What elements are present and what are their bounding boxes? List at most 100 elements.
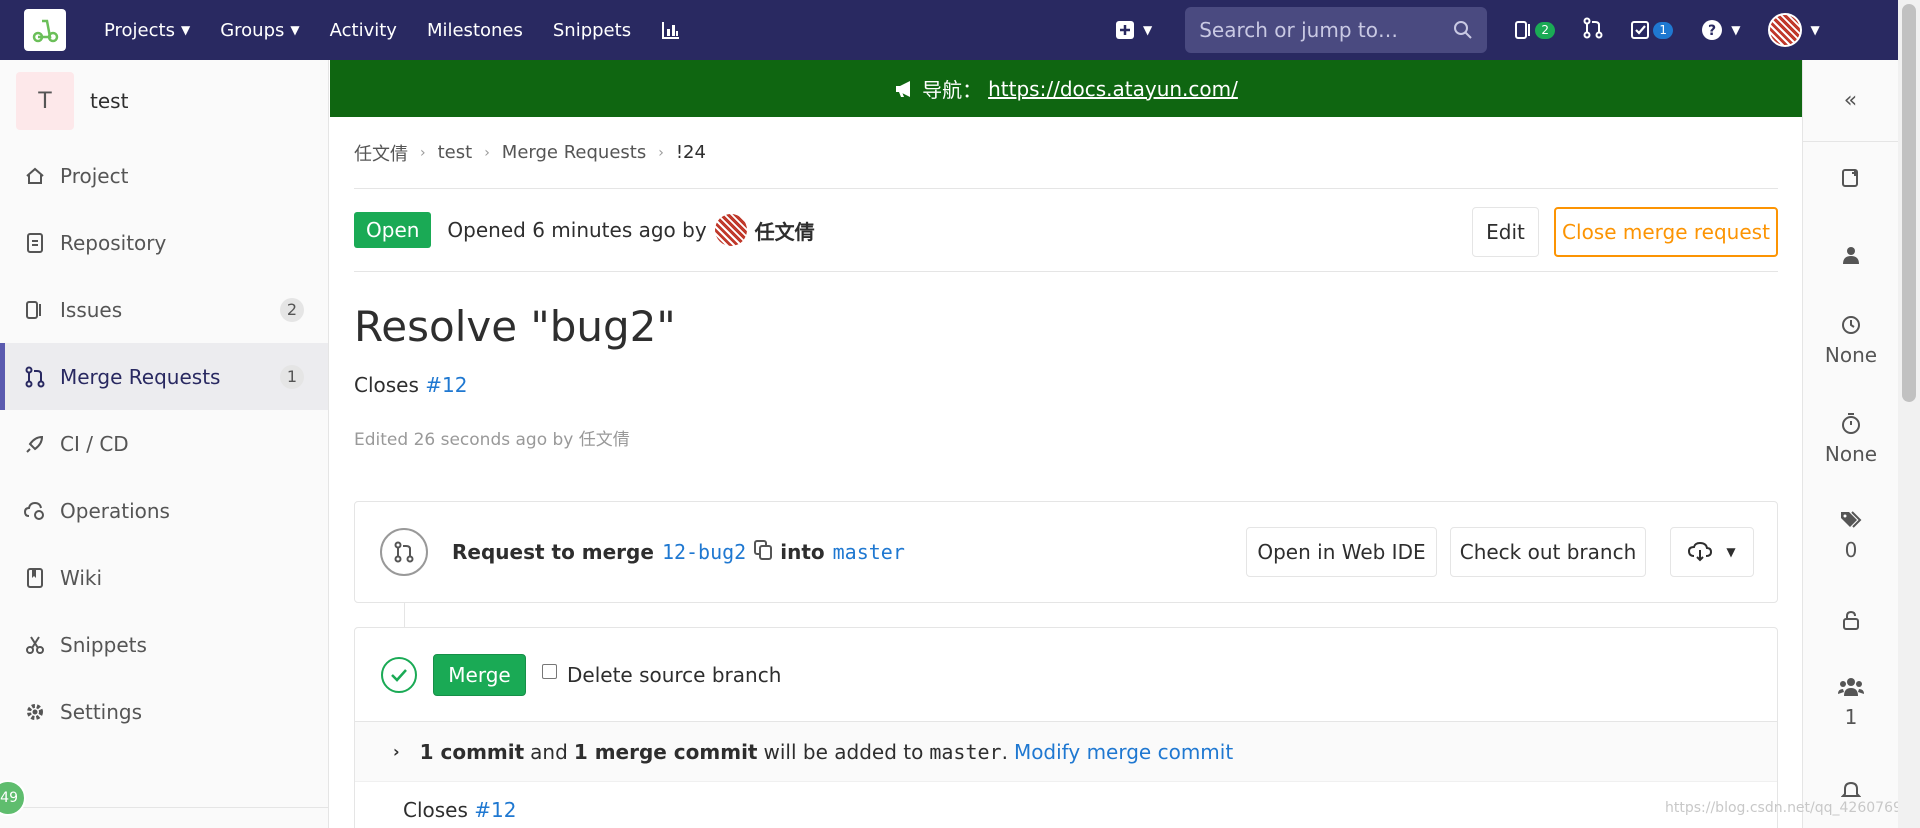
open-web-ide-button[interactable]: Open in Web IDE bbox=[1246, 527, 1437, 577]
project-header[interactable]: T test bbox=[0, 60, 328, 142]
nav-right: ▼ Search or jump to… 2 1 ? ▼ ▼ bbox=[1115, 0, 1820, 60]
gitlab-logo[interactable] bbox=[24, 9, 66, 51]
check-out-branch-button[interactable]: Check out branch bbox=[1450, 527, 1646, 577]
merge-requests-count: 1 bbox=[280, 364, 304, 389]
lock-section[interactable] bbox=[1803, 610, 1899, 630]
chevron-down-icon: ▼ bbox=[1143, 23, 1153, 37]
issue-link[interactable]: #12 bbox=[474, 798, 516, 822]
doc-icon bbox=[24, 232, 46, 254]
right-sidebar: « None None 0 1 bbox=[1802, 60, 1898, 828]
mr-title: Resolve "bug2" bbox=[354, 302, 676, 351]
rocket-icon bbox=[24, 433, 46, 455]
mr-header: Open Opened 6 minutes ago by 任文倩 Edit Cl… bbox=[354, 189, 1778, 272]
merge-request-branches: Request to merge 12-bug2 into master bbox=[452, 539, 905, 565]
author-avatar[interactable] bbox=[714, 214, 747, 246]
target-branch-link[interactable]: master bbox=[833, 540, 905, 564]
todo-add-button[interactable] bbox=[1803, 168, 1899, 188]
delete-source-checkbox[interactable] bbox=[542, 664, 557, 679]
breadcrumb-merge-requests[interactable]: Merge Requests bbox=[502, 142, 646, 163]
labels-section[interactable]: 0 bbox=[1803, 510, 1899, 562]
copy-icon[interactable] bbox=[754, 539, 773, 565]
issues-nav-link[interactable]: 2 bbox=[1515, 20, 1556, 40]
merge-button[interactable]: Merge bbox=[433, 653, 526, 696]
chevron-down-icon: ▼ bbox=[290, 23, 300, 37]
status-badge: Open bbox=[354, 212, 432, 248]
breadcrumb-user[interactable]: 任文倩 bbox=[354, 140, 408, 166]
milestone-section[interactable]: None bbox=[1803, 315, 1899, 367]
scrollbar-thumb[interactable] bbox=[1902, 4, 1916, 402]
help-question-icon: ? bbox=[1702, 20, 1723, 40]
sidebar-divider bbox=[0, 807, 329, 808]
modify-merge-commit-link[interactable]: Modify merge commit bbox=[1014, 740, 1233, 764]
mr-description: Closes #12 bbox=[354, 373, 468, 397]
chevron-right-icon: › bbox=[420, 144, 426, 161]
assignee-section[interactable] bbox=[1803, 245, 1899, 265]
delete-source-branch[interactable]: Delete source branch bbox=[542, 663, 781, 687]
bell-icon bbox=[1841, 781, 1861, 797]
sidebar-item-operations[interactable]: Operations bbox=[0, 477, 328, 544]
close-merge-request-button[interactable]: Close merge request bbox=[1554, 207, 1778, 257]
scooter-logo-icon bbox=[32, 19, 59, 43]
merge-commit-message: Closes #12 bbox=[403, 798, 517, 822]
sidebar-item-project[interactable]: Project bbox=[0, 142, 328, 209]
caret-down-icon: ▼ bbox=[1726, 545, 1736, 559]
merge-request-icon bbox=[1583, 17, 1603, 39]
merge-widget: Merge Delete source branch › 1 commit an… bbox=[354, 627, 1778, 828]
search-input[interactable]: Search or jump to… bbox=[1185, 7, 1488, 53]
chevron-right-icon[interactable]: › bbox=[393, 742, 400, 761]
edited-info: Edited 26 seconds ago by 任文倩 bbox=[354, 430, 630, 450]
download-dropdown[interactable]: ▼ bbox=[1670, 527, 1754, 577]
merge-requests-nav-link[interactable] bbox=[1583, 17, 1603, 43]
todos-nav-link[interactable]: 1 bbox=[1631, 20, 1674, 40]
double-chevron-left-icon: « bbox=[1843, 88, 1858, 113]
analytics-chart-icon[interactable] bbox=[661, 20, 681, 40]
status-success-icon bbox=[381, 656, 417, 693]
issue-link[interactable]: #12 bbox=[425, 373, 467, 397]
nav-milestones[interactable]: Milestones bbox=[427, 20, 523, 41]
user-menu[interactable]: ▼ bbox=[1768, 13, 1820, 47]
chevron-down-icon: ▼ bbox=[1810, 23, 1820, 37]
sidebar-item-issues[interactable]: Issues 2 bbox=[0, 276, 328, 343]
time-tracking-section[interactable]: None bbox=[1803, 412, 1899, 466]
nav-snippets[interactable]: Snippets bbox=[553, 20, 631, 41]
merge-request-icon bbox=[24, 366, 46, 388]
cloud-download-icon bbox=[1688, 542, 1713, 562]
participants-section[interactable]: 1 bbox=[1803, 677, 1899, 729]
commit-summary[interactable]: › 1 commit and 1 merge commit will be ad… bbox=[355, 722, 1777, 782]
nav-groups[interactable]: Groups ▼ bbox=[220, 20, 299, 41]
sidebar-item-repository[interactable]: Repository bbox=[0, 209, 328, 276]
target-branch: master bbox=[929, 739, 1002, 764]
docs-link[interactable]: https://docs.atayun.com/ bbox=[988, 77, 1238, 101]
sidebar-item-snippets[interactable]: Snippets bbox=[0, 611, 328, 678]
author-name[interactable]: 任文倩 bbox=[755, 216, 815, 245]
breadcrumb-mr-id[interactable]: !24 bbox=[676, 142, 706, 163]
mr-opened-info: Opened 6 minutes ago by 任文倩 bbox=[447, 214, 815, 246]
home-icon bbox=[24, 165, 46, 187]
tags-icon bbox=[1841, 511, 1862, 528]
todos-count-badge: 1 bbox=[1653, 21, 1674, 39]
nav-activity[interactable]: Activity bbox=[330, 20, 397, 41]
plus-square-icon bbox=[1116, 21, 1134, 39]
top-navbar: Projects ▼ Groups ▼ Activity Milestones Sn… bbox=[0, 0, 1898, 60]
source-branch-link[interactable]: 12-bug2 bbox=[662, 540, 746, 564]
merge-request-icon bbox=[380, 528, 428, 576]
sidebar-item-wiki[interactable]: Wiki bbox=[0, 544, 328, 611]
edit-button[interactable]: Edit bbox=[1472, 207, 1539, 257]
gear-icon bbox=[24, 701, 46, 723]
stopwatch-icon bbox=[1842, 413, 1860, 434]
sidebar-item-merge-requests[interactable]: Merge Requests 1 bbox=[0, 343, 328, 410]
breadcrumb-project[interactable]: test bbox=[438, 142, 473, 163]
todo-check-icon bbox=[1631, 21, 1650, 39]
help-dropdown[interactable]: ? ▼ bbox=[1701, 19, 1740, 41]
nav-projects[interactable]: Projects ▼ bbox=[104, 20, 190, 41]
new-item-dropdown[interactable]: ▼ bbox=[1115, 20, 1152, 40]
broadcast-banner: 导航： https://docs.atayun.com/ bbox=[330, 60, 1802, 117]
sidebar-item-ci-cd[interactable]: CI / CD bbox=[0, 410, 328, 477]
project-name: test bbox=[90, 89, 129, 113]
sidebar-item-settings[interactable]: Settings bbox=[0, 678, 328, 745]
page-scrollbar[interactable] bbox=[1898, 0, 1920, 828]
chevron-right-icon: › bbox=[658, 144, 664, 161]
widget-connector bbox=[404, 603, 405, 627]
notifications-section[interactable] bbox=[1803, 780, 1899, 800]
collapse-sidebar-button[interactable]: « bbox=[1803, 60, 1898, 142]
